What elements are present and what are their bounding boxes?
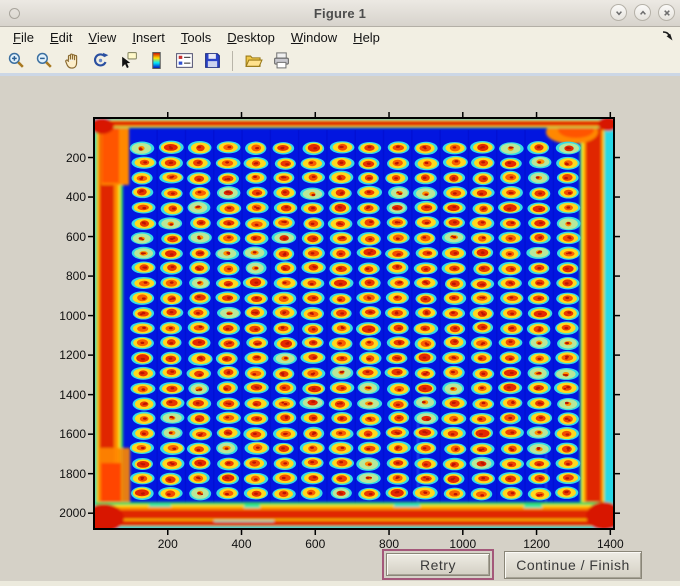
menu-item-edit[interactable]: Edit: [50, 30, 72, 45]
window-controls: [610, 4, 675, 21]
zoom-in-button[interactable]: [5, 50, 27, 72]
zoom-out-icon: [36, 52, 52, 68]
menu-item-file[interactable]: File: [13, 30, 34, 45]
insert-legend-button[interactable]: [173, 50, 195, 72]
y-tick-label: 800: [65, 269, 86, 284]
titlebar[interactable]: Figure 1: [0, 0, 680, 27]
rotate-3d-button[interactable]: [89, 50, 111, 72]
toolbar-separator: [232, 50, 233, 71]
zoom-out-button[interactable]: [33, 50, 55, 72]
insert-legend-icon: [175, 53, 193, 68]
figure-window: Figure 1 File Edit View Insert Tools Desktop W…: [0, 0, 680, 586]
data-cursor-icon: [121, 52, 137, 69]
menu-item-insert[interactable]: Insert: [132, 30, 165, 45]
y-tick-label: 1400: [59, 387, 86, 402]
rotate-3d-icon: [93, 52, 108, 67]
y-tick-label: 200: [65, 150, 86, 165]
retry-focus-ring: Retry: [382, 549, 494, 580]
chevron-down-icon: [615, 10, 622, 16]
insert-colorbar-button[interactable]: [145, 50, 167, 72]
retry-button[interactable]: Retry: [386, 553, 490, 576]
menu-item-help[interactable]: Help: [353, 30, 380, 45]
window-title: Figure 1: [313, 5, 367, 21]
y-tick-label: 2000: [59, 506, 86, 521]
chevron-up-icon: [639, 9, 646, 15]
print-figure-button[interactable]: [270, 50, 292, 72]
menu-bar: File Edit View Insert Tools Desktop Window Help: [0, 27, 680, 48]
y-tick-label: 1800: [59, 466, 86, 481]
save-figure-button[interactable]: [201, 50, 223, 72]
x-icon: [663, 9, 670, 16]
y-tick-label: 600: [65, 229, 86, 244]
window-bottom-edge: [0, 581, 680, 586]
y-tick-label: 1200: [59, 348, 86, 363]
print-figure-icon: [273, 52, 289, 69]
open-file-icon: [244, 55, 263, 67]
maximize-button[interactable]: [634, 4, 651, 21]
dock-figure-icon[interactable]: [661, 29, 674, 47]
close-button[interactable]: [658, 4, 675, 21]
minimize-button[interactable]: [610, 4, 627, 21]
data-cursor-button[interactable]: [117, 50, 139, 72]
menu-items: File Edit View Insert Tools Desktop Window Help: [0, 30, 380, 45]
y-tick-label: 1600: [59, 427, 86, 442]
toolbar: [0, 48, 680, 76]
menu-item-view[interactable]: View: [88, 30, 116, 45]
menu-item-desktop[interactable]: Desktop: [227, 30, 275, 45]
heatmap-image: [88, 112, 620, 535]
y-tick-label: 1000: [59, 308, 86, 323]
open-file-button[interactable]: [242, 50, 264, 72]
figure-canvas: 200 400 600 800 1000 1200 1400 200 400 600 800 1000…: [0, 79, 680, 586]
y-tick-label: 400: [65, 190, 86, 205]
save-figure-icon: [204, 53, 220, 68]
menu-item-window[interactable]: Window: [291, 30, 337, 45]
continue-finish-button[interactable]: Continue / Finish: [504, 551, 642, 579]
zoom-in-icon: [8, 52, 24, 68]
pan-button[interactable]: [61, 50, 83, 72]
menu-item-tools[interactable]: Tools: [181, 30, 211, 45]
pan-icon: [64, 53, 77, 69]
insert-colorbar-icon: [151, 52, 161, 69]
